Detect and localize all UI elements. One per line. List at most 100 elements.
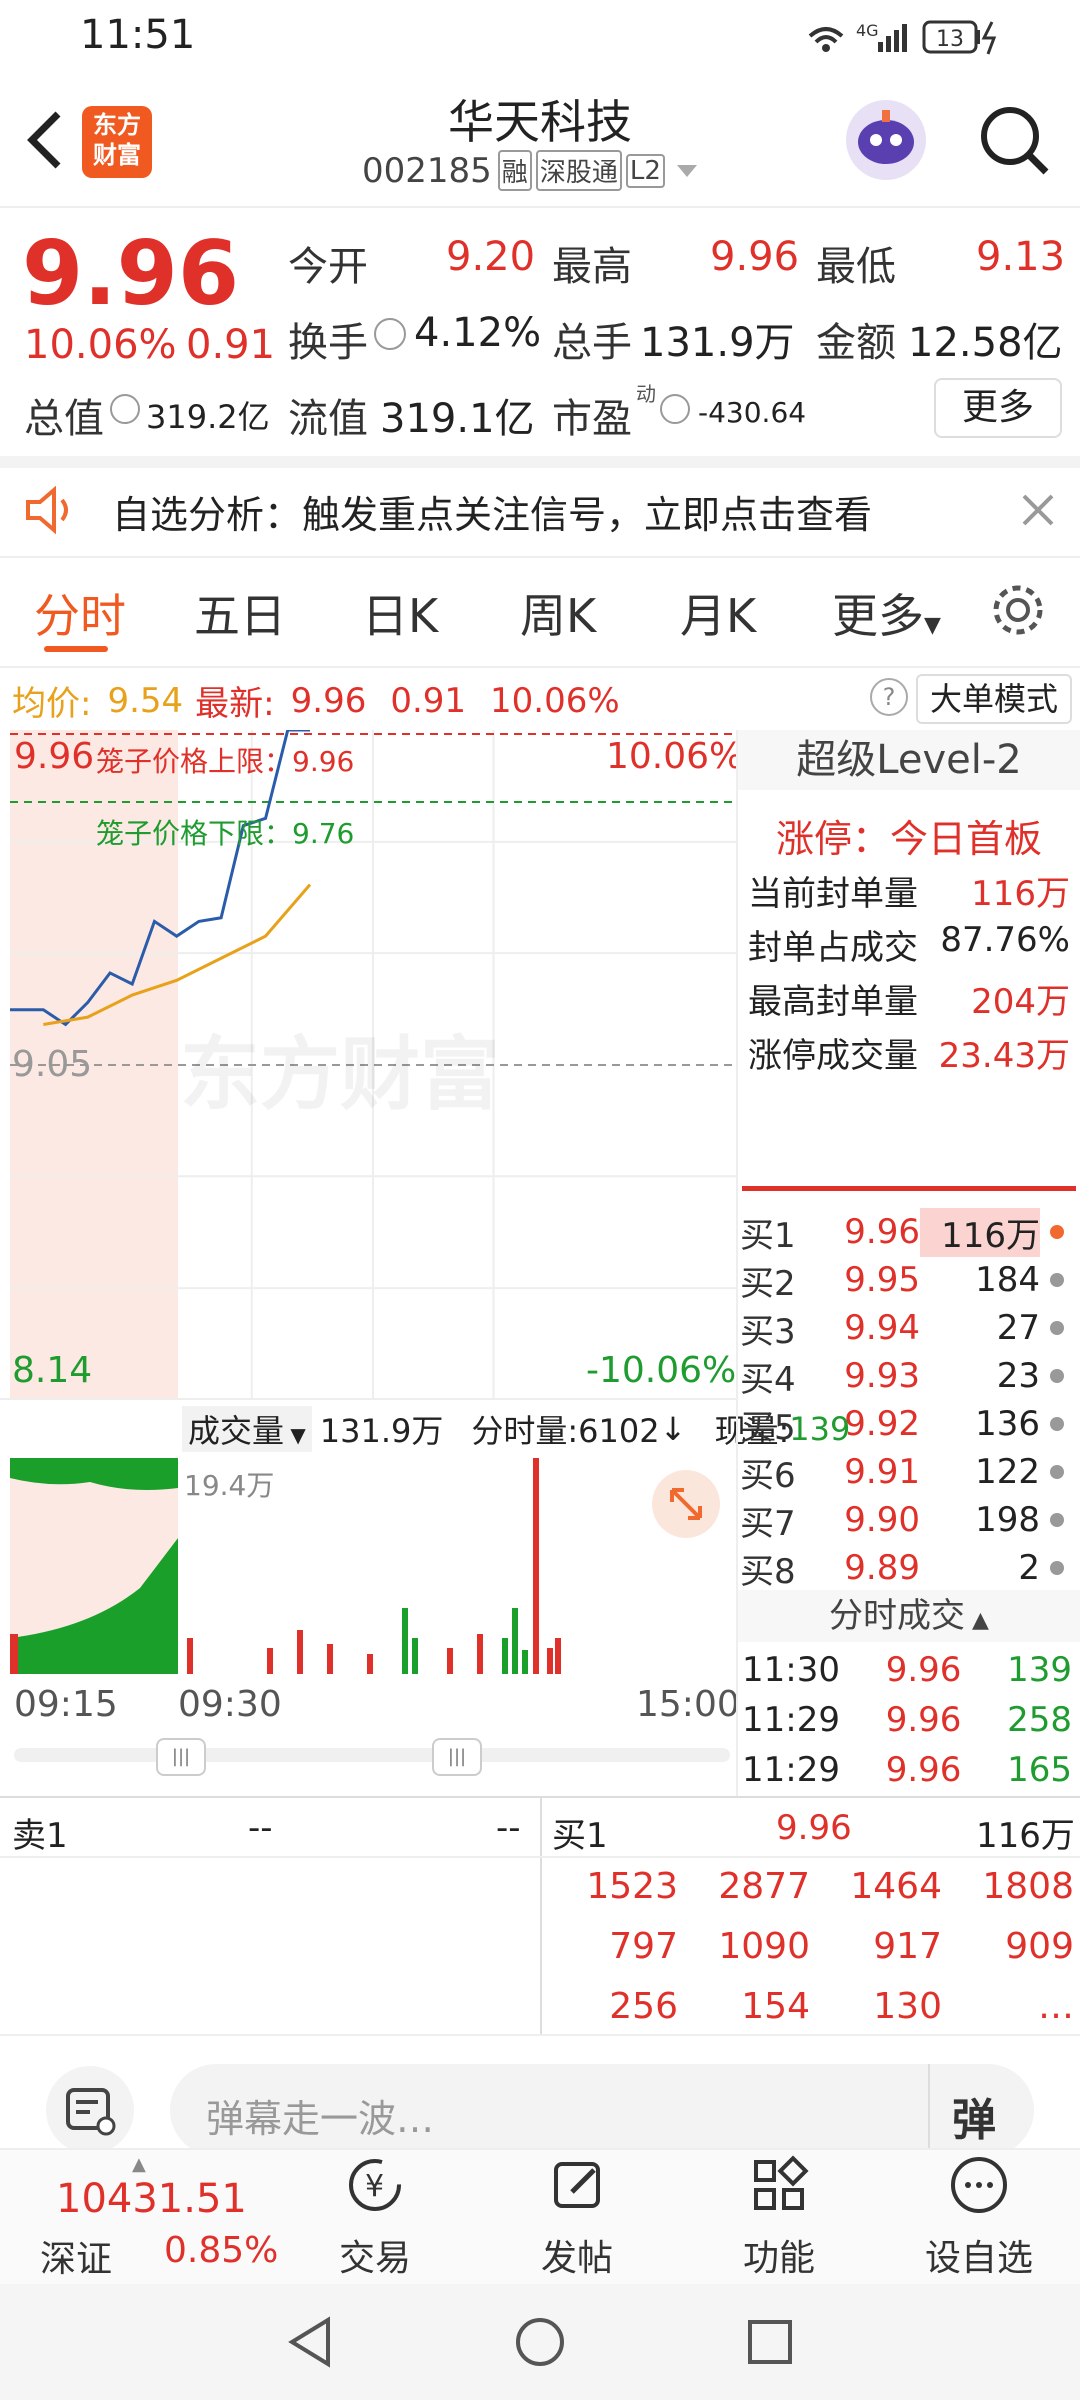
nav-add-watchlist[interactable]: 设自选 bbox=[904, 2150, 1054, 2281]
orderbook-row[interactable]: 买4 9.93 23 bbox=[740, 1352, 1070, 1400]
buy1-volume: 116万 bbox=[976, 1816, 1075, 1856]
level2-label: 封单占成交 bbox=[748, 928, 918, 968]
tab-monthly-k[interactable]: 月K bbox=[680, 580, 756, 646]
pe-value: -430.64 bbox=[698, 396, 807, 429]
ob-label: 买4 bbox=[740, 1359, 796, 1400]
index-value[interactable]: 10431.51 bbox=[56, 2176, 247, 2222]
trade-icon: ¥ bbox=[349, 2159, 401, 2211]
info-icon[interactable] bbox=[110, 394, 140, 424]
nav-trade[interactable]: ¥ 交易 bbox=[300, 2150, 450, 2281]
queue-order: 1090 bbox=[718, 1926, 810, 1967]
level2-label: 最高封单量 bbox=[748, 982, 918, 1022]
index-name: 深证 bbox=[40, 2239, 113, 2280]
level2-title[interactable]: 超级Level-2 bbox=[738, 730, 1080, 790]
low-label: 最低 bbox=[816, 244, 896, 290]
queue-order: 797 bbox=[609, 1926, 678, 1967]
ob-label: 买1 bbox=[740, 1215, 796, 1256]
avg-label: 均价: bbox=[12, 684, 92, 724]
upper-limit-label: 笼子价格上限：9.96 bbox=[96, 745, 355, 778]
tick-price: 9.96 bbox=[885, 1750, 962, 1790]
turnover-value: 4.12% bbox=[414, 310, 542, 356]
tab-five-day[interactable]: 五日 bbox=[194, 580, 286, 646]
nav-add-watchlist-label: 设自选 bbox=[924, 2238, 1033, 2279]
search-button[interactable] bbox=[974, 100, 1054, 180]
notice-text[interactable]: 自选分析：触发重点关注信号，立即点击查看 bbox=[112, 484, 872, 539]
big-order-mode-button[interactable]: 大单模式 bbox=[916, 674, 1072, 724]
ob-dot bbox=[1050, 1321, 1064, 1335]
signal-wifi-icon: 4G 13 bbox=[808, 20, 997, 55]
speaker-icon bbox=[20, 480, 80, 540]
ob-dot bbox=[1050, 1561, 1064, 1575]
time-range-slider[interactable] bbox=[14, 1748, 730, 1762]
watermark: 东方财富 bbox=[180, 1028, 500, 1121]
chart-bottom-pct: -10.06% bbox=[586, 1350, 737, 1391]
amount-label: 金额 bbox=[816, 320, 896, 366]
chart-mid-price: 9.05 bbox=[12, 1044, 93, 1085]
divider bbox=[0, 2034, 1080, 2036]
expand-button[interactable] bbox=[652, 1470, 720, 1538]
orderbook-row[interactable]: 买5 9.92 136 bbox=[740, 1400, 1070, 1448]
high-label: 最高 bbox=[552, 244, 632, 290]
orderbook-row[interactable]: 买2 9.95 184 bbox=[740, 1256, 1070, 1304]
tab-more-label: 更多 bbox=[832, 589, 924, 643]
ticks-header[interactable]: 分时成交 ▲ bbox=[738, 1590, 1080, 1642]
system-home-button[interactable] bbox=[510, 2312, 570, 2372]
tab-intraday[interactable]: 分时 bbox=[34, 580, 126, 646]
up-arrow-icon: ▲ bbox=[132, 2154, 146, 2175]
level2-row: 最高封单量 204万 bbox=[748, 974, 1070, 1023]
system-back-button[interactable] bbox=[280, 2312, 340, 2372]
gear-icon bbox=[993, 585, 1043, 635]
tab-weekly-k[interactable]: 周K bbox=[520, 580, 596, 646]
orderbook-row[interactable]: 买1 9.96 116万 bbox=[740, 1207, 1070, 1257]
queue-order: 1523 bbox=[586, 1866, 678, 1907]
search-icon bbox=[981, 107, 1049, 175]
ob-price: 9.93 bbox=[844, 1356, 920, 1396]
volume-chart[interactable] bbox=[10, 1458, 736, 1674]
ob-price: 9.94 bbox=[844, 1308, 920, 1348]
nav-post[interactable]: 发帖 bbox=[502, 2150, 652, 2281]
queue-order: 2877 bbox=[718, 1866, 810, 1907]
system-recents-button[interactable] bbox=[740, 2312, 800, 2372]
more-quote-button[interactable]: 更多 bbox=[934, 378, 1062, 438]
ob-price: 9.89 bbox=[844, 1548, 920, 1588]
ob-volume: 122 bbox=[975, 1452, 1040, 1492]
orderbook-row[interactable]: 买7 9.90 198 bbox=[740, 1496, 1070, 1544]
status-time: 11:51 bbox=[80, 12, 196, 58]
status-icons: 4G 13 bbox=[808, 18, 1008, 55]
danmaku-input[interactable]: 弹幕走一波… 弹 bbox=[170, 2064, 1034, 2156]
slider-handle-right[interactable]: ||| bbox=[432, 1738, 482, 1776]
info-icon[interactable] bbox=[374, 318, 406, 350]
danmaku-send-button[interactable]: 弹 bbox=[952, 2084, 996, 2148]
tick-volume: 258 bbox=[1007, 1700, 1072, 1740]
orderbook-row[interactable]: 买8 9.89 2 bbox=[740, 1544, 1070, 1592]
help-icon[interactable]: ? bbox=[870, 678, 908, 716]
tick-row: 11:29 9.96 165 bbox=[742, 1750, 1072, 1790]
slider-handle-left[interactable]: ||| bbox=[156, 1738, 206, 1776]
volume-bar bbox=[547, 1648, 553, 1674]
queue-order: 1464 bbox=[850, 1866, 942, 1907]
volume-bar bbox=[412, 1638, 418, 1674]
bar-volume-label: 分时量:6102 bbox=[471, 1412, 660, 1450]
ob-price: 9.92 bbox=[844, 1404, 920, 1444]
settings-button[interactable] bbox=[988, 580, 1048, 640]
orderbook-row[interactable]: 买3 9.94 27 bbox=[740, 1304, 1070, 1352]
ob-dot bbox=[1050, 1465, 1064, 1479]
divider bbox=[540, 1798, 542, 2036]
danmaku-settings-button[interactable] bbox=[46, 2066, 134, 2154]
sell1-label: 卖1 bbox=[12, 1816, 68, 1856]
chart-top-pct: 10.06% bbox=[606, 736, 744, 777]
volume-bar bbox=[297, 1630, 303, 1674]
nav-functions[interactable]: 功能 bbox=[704, 2150, 854, 2281]
info-icon[interactable] bbox=[660, 394, 690, 424]
level2-value: 204万 bbox=[971, 982, 1070, 1022]
orderbook-row[interactable]: 买6 9.91 122 bbox=[740, 1448, 1070, 1496]
time-label-start: 09:15 bbox=[14, 1684, 118, 1725]
robot-assistant-avatar[interactable] bbox=[846, 100, 926, 180]
tick-row: 11:30 9.96 139 bbox=[742, 1650, 1072, 1690]
open-value: 9.20 bbox=[446, 234, 536, 280]
volume-bar bbox=[402, 1608, 408, 1674]
tab-more[interactable]: 更多▼ bbox=[832, 580, 941, 646]
tab-daily-k[interactable]: 日K bbox=[362, 580, 438, 646]
volume-selector[interactable]: 成交量 ▼ bbox=[182, 1406, 312, 1452]
close-notice-button[interactable] bbox=[1016, 488, 1060, 532]
